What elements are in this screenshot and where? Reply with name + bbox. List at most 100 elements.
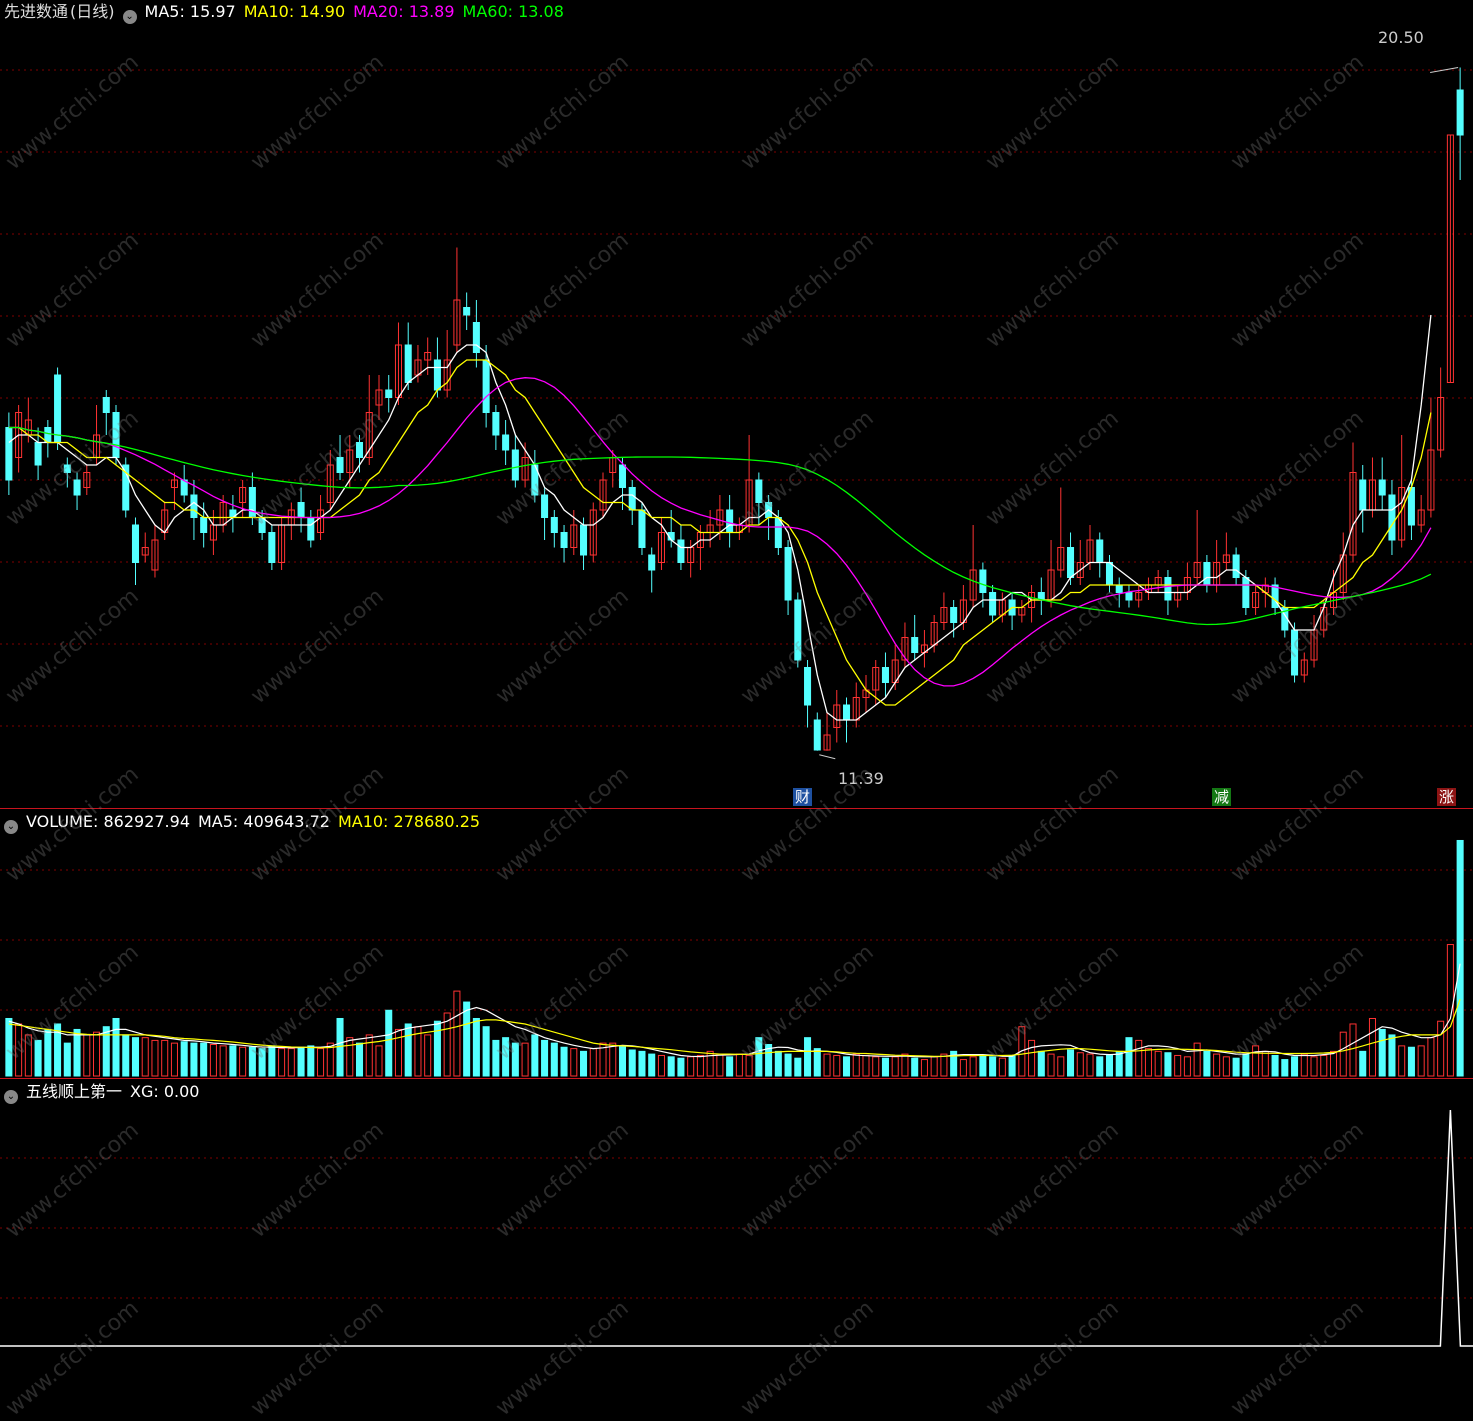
volume-bar (1154, 1050, 1162, 1077)
candle-body (297, 502, 305, 518)
volume-bar (1222, 1056, 1230, 1077)
volume-bar (63, 1042, 71, 1077)
volume-bar (920, 1059, 928, 1077)
candle-body (433, 359, 441, 391)
volume-bar (1291, 1056, 1299, 1077)
candle-body (1096, 539, 1104, 563)
volume-bar (180, 1041, 188, 1077)
volume-bar (1008, 1054, 1016, 1077)
volume-bar (83, 1034, 91, 1077)
volume-bar (1300, 1053, 1308, 1077)
volume-bar (453, 990, 461, 1077)
volume-bar (881, 1057, 889, 1077)
volume-bar (1067, 1049, 1075, 1077)
candle-body (842, 704, 851, 721)
candle-body (307, 517, 315, 541)
volume-bar (1310, 1056, 1318, 1077)
volume-bar (833, 1054, 841, 1077)
candle-body (1388, 494, 1396, 541)
volume-bar (112, 1017, 120, 1077)
high-price-annotation: 20.50 (1378, 28, 1424, 47)
volume-bar (102, 1026, 110, 1077)
volume-bar (609, 1042, 617, 1077)
volume-bar (424, 1034, 432, 1077)
ma10-line (8, 359, 1432, 706)
volume-bar (131, 1037, 140, 1077)
volume-bar (229, 1045, 237, 1077)
candle-body (726, 509, 734, 533)
candle-body (1164, 577, 1172, 601)
volume-bar (375, 1045, 383, 1077)
collapse-icon[interactable]: ⌄ (4, 820, 18, 834)
volume-bar (404, 1023, 412, 1077)
candle-body (5, 427, 13, 481)
candle-body (550, 517, 558, 533)
candle-body (54, 374, 62, 443)
volume-bar (979, 1054, 987, 1077)
volume-bar (1144, 1048, 1152, 1077)
volume-bar (667, 1056, 675, 1077)
financial-report-badge[interactable]: 财 (793, 788, 813, 806)
volume-bar (930, 1056, 938, 1077)
candle-body (482, 359, 490, 413)
volume-bar (1125, 1037, 1133, 1077)
pane-divider-2[interactable] (0, 1078, 1473, 1079)
volume-bar (940, 1053, 948, 1077)
volume-bar (716, 1053, 724, 1077)
price-legend: 先进数通 (日线) ⌄ MA5: 15.97 MA10: 14.90 MA20: 13.8… (4, 2, 572, 24)
volume-bar (355, 1042, 364, 1077)
volume-bar (784, 1053, 792, 1077)
volume-bar (726, 1056, 734, 1077)
candle-body (385, 389, 393, 398)
candle-body (677, 539, 685, 563)
candle-body (1456, 89, 1464, 136)
volume-bar (911, 1057, 919, 1077)
candle-body (1242, 577, 1250, 608)
candle-body (804, 667, 812, 706)
low-arrow (819, 754, 836, 760)
volume-bar (1174, 1054, 1182, 1077)
candle-body (102, 397, 110, 413)
candle-body (492, 412, 500, 436)
candle-body (648, 554, 656, 571)
volume-bar (307, 1045, 315, 1077)
volume-bar (73, 1028, 81, 1077)
volume-bar (472, 1017, 480, 1077)
reduce-holding-badge[interactable]: 减 (1212, 788, 1232, 806)
volume-bar (297, 1046, 305, 1077)
stock-name: 先进数通 (4, 2, 69, 21)
candle-body (1067, 547, 1075, 578)
candle-body (1203, 562, 1211, 586)
volume-bar (1096, 1056, 1104, 1077)
candle-body (638, 509, 646, 548)
candle-body (1105, 562, 1114, 586)
pane-divider-1[interactable] (0, 808, 1473, 809)
volume-bar (1193, 1042, 1201, 1077)
volume-bar (1349, 1023, 1357, 1077)
volume-bar (735, 1053, 743, 1077)
volume-bar (1271, 1054, 1279, 1077)
volume-bar (774, 1050, 782, 1077)
volume-bar (638, 1050, 646, 1077)
volume-bar (901, 1053, 909, 1077)
volume-bar (1047, 1053, 1055, 1077)
rise-badge[interactable]: 涨 (1437, 788, 1457, 806)
candle-body (190, 494, 198, 518)
volume-bar (1388, 1034, 1396, 1077)
volume-bar (1203, 1050, 1211, 1077)
candle-body (404, 344, 412, 383)
volume-bar (1261, 1050, 1269, 1077)
collapse-icon[interactable]: ⌄ (122, 10, 137, 24)
volume-bar (482, 1026, 490, 1077)
candle-body (1359, 479, 1367, 511)
ma20-label: MA20: 13.89 (353, 2, 455, 21)
volume-bar (394, 1028, 402, 1077)
volume-bar (122, 1034, 130, 1077)
volume-bar (317, 1048, 325, 1077)
collapse-icon[interactable]: ⌄ (4, 1090, 18, 1104)
xg-label: XG: 0.00 (130, 1082, 200, 1101)
volume-bar (687, 1056, 695, 1077)
volume-bar (852, 1053, 860, 1077)
volume-bar (1213, 1053, 1221, 1077)
volume-bar (219, 1045, 227, 1077)
